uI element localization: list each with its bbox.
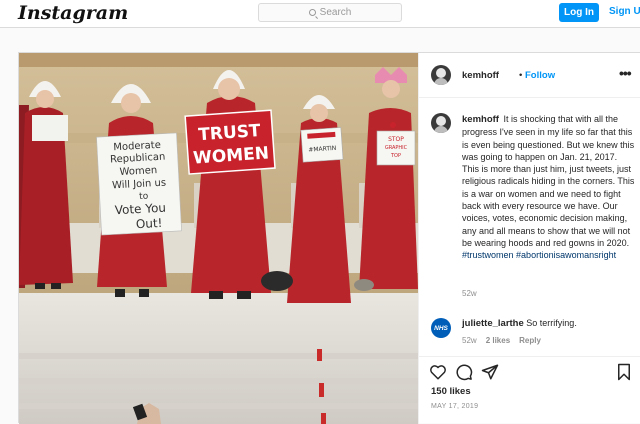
commenter-avatar[interactable]: NHS <box>431 318 451 338</box>
caption-body: It is shocking that with all the progres… <box>462 114 635 248</box>
more-options-icon[interactable]: ••• <box>619 65 632 81</box>
separator-dot: • <box>519 70 523 81</box>
post-date[interactable]: MAY 17, 2019 <box>431 403 478 410</box>
comment-item: NHS juliette_larthe So terrifying. 52w 2… <box>431 316 631 356</box>
login-button[interactable]: Log In <box>559 3 599 22</box>
sign-trust-women: TRUST WOMEN <box>184 109 276 175</box>
comment-icon[interactable] <box>455 363 473 381</box>
post-card: Moderate Republican Women Will Join us t… <box>18 52 640 424</box>
hashtag-abortion[interactable]: #abortionisawomansright <box>516 250 616 260</box>
reply-button[interactable]: Reply <box>519 336 541 345</box>
sign-moderate: Moderate Republican Women Will Join us t… <box>96 132 182 236</box>
heart-icon[interactable] <box>429 363 447 381</box>
instagram-logo[interactable]: Instagram <box>18 2 128 24</box>
sign-martin: #MARTIN <box>300 127 344 163</box>
post-sidebar: kemhoff • Follow ••• kemhoff It is shock… <box>418 53 640 424</box>
caption-username[interactable]: kemhoff <box>462 114 499 125</box>
sign-stop-line-3: TOP <box>390 153 401 159</box>
hashtag-trustwomen[interactable]: #trustwomen <box>462 250 514 260</box>
search-icon <box>308 9 316 16</box>
follow-button[interactable]: Follow <box>525 70 555 81</box>
sign-stop-line-2: GRAPHIC <box>385 145 408 151</box>
comment-likes[interactable]: 2 likes <box>486 336 510 345</box>
commenter-username[interactable]: juliette_larthe <box>462 318 524 329</box>
caption-avatar[interactable] <box>431 113 451 133</box>
post-actions: 150 likes MAY 17, 2019 <box>419 356 640 424</box>
comment-time[interactable]: 52w <box>462 336 477 345</box>
author-avatar[interactable] <box>431 65 451 85</box>
comment-meta: 52w 2 likes Reply <box>462 336 541 345</box>
caption-time[interactable]: 52w <box>462 289 477 298</box>
comment-line: juliette_larthe So terrifying. <box>462 318 577 329</box>
post-header: kemhoff • Follow ••• <box>419 53 640 98</box>
share-icon[interactable] <box>481 363 499 381</box>
protest-photo: Moderate Republican Women Will Join us t… <box>19 53 418 424</box>
caption-text: kemhoff It is shocking that with all the… <box>462 113 635 262</box>
top-nav: Instagram Search Log In Sign Up <box>0 0 640 28</box>
sign-moderate-line-6: Vote You <box>114 201 166 218</box>
signup-link[interactable]: Sign Up <box>609 6 640 17</box>
likes-count[interactable]: 150 likes <box>431 386 471 397</box>
sign-moderate-line-7: Out! <box>135 216 162 231</box>
author-username[interactable]: kemhoff <box>462 70 499 81</box>
comment-text: So terrifying. <box>526 318 577 328</box>
sign-moderate-line-3: Women <box>119 165 157 178</box>
sign-moderate-line-5: to <box>139 192 149 202</box>
search-placeholder: Search <box>319 7 352 18</box>
sign-stop-line-1: STOP <box>388 136 404 143</box>
search-input[interactable]: Search <box>258 3 402 22</box>
bookmark-icon[interactable] <box>615 363 633 381</box>
post-photo[interactable]: Moderate Republican Women Will Join us t… <box>19 53 418 424</box>
